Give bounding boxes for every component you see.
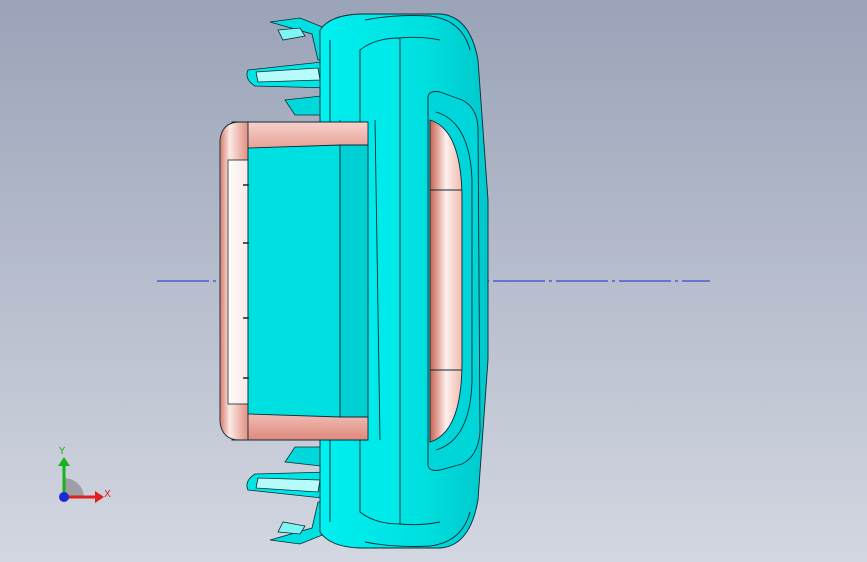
y-axis-label: Y — [58, 446, 66, 457]
inner-face[interactable] — [243, 144, 369, 418]
x-axis-label: X — [104, 489, 111, 500]
axis-triad: X Y — [58, 446, 111, 503]
y-arrowhead-icon — [58, 457, 70, 466]
x-arrowhead-icon — [95, 491, 104, 503]
handle-slot[interactable] — [427, 91, 481, 471]
z-axis-dot-icon — [59, 492, 69, 502]
graphics-viewport[interactable]: X Y — [0, 0, 867, 562]
model-view[interactable]: X Y — [0, 0, 867, 562]
